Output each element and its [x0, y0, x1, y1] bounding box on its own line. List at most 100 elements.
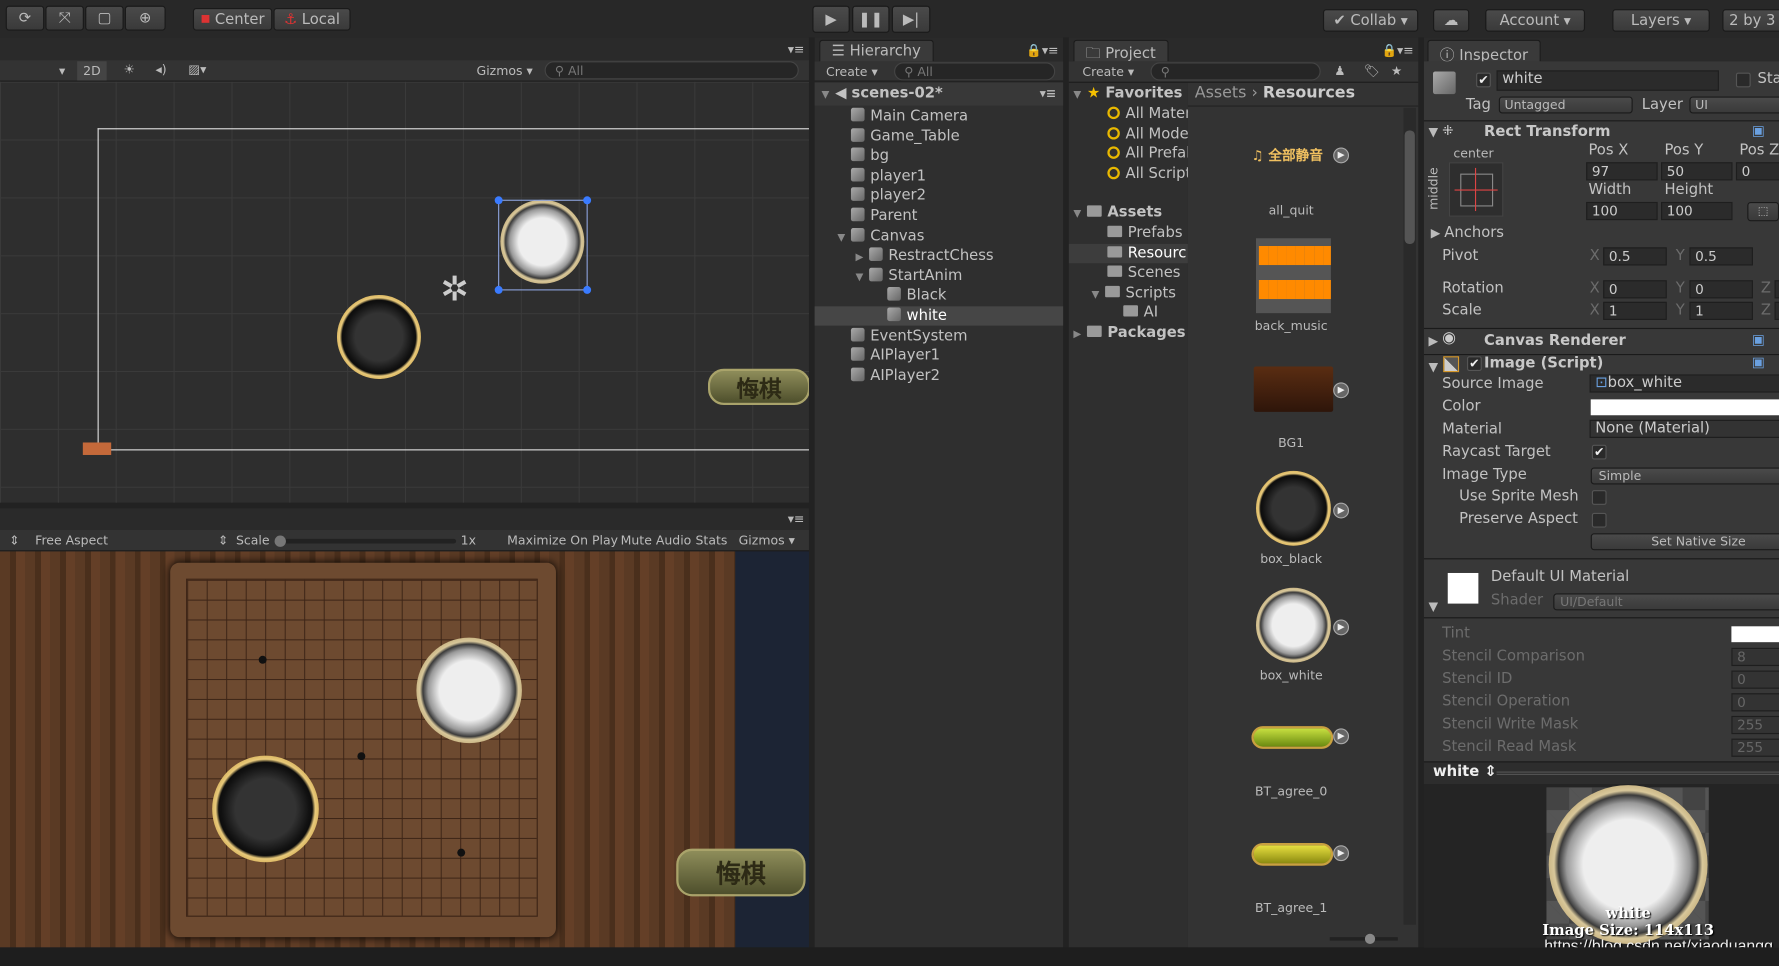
- posy-input[interactable]: 50: [1661, 162, 1733, 181]
- play-preview-icon[interactable]: ▶: [1333, 502, 1350, 519]
- folder-item[interactable]: Prefabs: [1069, 224, 1188, 243]
- audio-icon[interactable]: ◂): [155, 62, 166, 77]
- material-prop-value[interactable]: 255: [1731, 715, 1779, 735]
- display-dropdown[interactable]: ⇕: [9, 533, 19, 548]
- favorite-item[interactable]: All Prefal: [1107, 144, 1188, 163]
- hierarchy-item[interactable]: ▶ RestractChess: [815, 246, 1063, 265]
- lighting-icon[interactable]: ☀: [124, 62, 135, 77]
- rotation-x-input[interactable]: 0: [1603, 280, 1667, 299]
- hierarchy-item[interactable]: Parent: [815, 206, 1063, 225]
- preview-object-dropdown[interactable]: white ⇕: [1433, 764, 1497, 781]
- game-view[interactable]: 悔棋: [0, 551, 809, 948]
- lock-menu-icon[interactable]: 🔒▾≡: [1381, 43, 1413, 58]
- shader-dropdown[interactable]: UI/Default: [1553, 593, 1779, 611]
- effects-icon[interactable]: ▨▾: [188, 62, 206, 77]
- hierarchy-item[interactable]: EventSystem: [815, 326, 1063, 345]
- rect-tool-button[interactable]: ▢: [85, 5, 124, 31]
- rotation-y-input[interactable]: 0: [1689, 280, 1753, 299]
- filter-type-icon[interactable]: ♟: [1334, 64, 1345, 79]
- scale-slider[interactable]: [274, 535, 457, 547]
- posz-input[interactable]: 0: [1735, 162, 1779, 181]
- hierarchy-item[interactable]: white: [814, 306, 1064, 326]
- favorite-item[interactable]: All Mode: [1107, 124, 1188, 143]
- hierarchy-item[interactable]: AIPlayer1: [815, 346, 1063, 365]
- material-field[interactable]: None (Material): [1589, 419, 1779, 438]
- asset-item[interactable]: box_black ▶: [1240, 470, 1350, 579]
- hierarchy-item[interactable]: Game_Table: [815, 127, 1063, 146]
- blueprint-mode-button[interactable]: ⬚: [1747, 201, 1779, 222]
- expand-arrow-icon[interactable]: ▶: [1073, 326, 1087, 345]
- transform-tool-button[interactable]: ⊕: [124, 5, 166, 31]
- step-button[interactable]: ▶|: [891, 5, 931, 33]
- scale-y-input[interactable]: 1: [1689, 301, 1753, 320]
- hierarchy-item[interactable]: bg: [815, 147, 1063, 166]
- scene-header[interactable]: ▼ ◀ scenes-02* ▾≡: [814, 82, 1064, 107]
- hierarchy-item[interactable]: Black: [815, 286, 1063, 305]
- image-enabled-checkbox[interactable]: ✔: [1467, 356, 1482, 372]
- collab-dropdown[interactable]: ✔ Collab ▼: [1322, 9, 1419, 32]
- aspect-dropdown[interactable]: Free Aspect: [35, 533, 108, 548]
- layer-dropdown[interactable]: UI: [1689, 96, 1779, 114]
- pivot-center-button[interactable]: ■ Center: [192, 7, 273, 31]
- layout-dropdown[interactable]: 2 by 3: [1722, 9, 1779, 32]
- project-search-input[interactable]: ⚲: [1150, 62, 1321, 81]
- game-gizmos-dropdown[interactable]: Gizmos ▾: [739, 533, 795, 548]
- posx-input[interactable]: 97: [1586, 162, 1658, 181]
- black-bowl[interactable]: [336, 294, 421, 379]
- width-input[interactable]: 100: [1586, 201, 1658, 221]
- collapse-arrow-icon[interactable]: ▼: [1428, 125, 1438, 140]
- rotation-z-input[interactable]: 0: [1774, 280, 1779, 299]
- favorite-item[interactable]: All Script: [1107, 164, 1188, 183]
- anchor-icon[interactable]: ✲: [440, 270, 469, 310]
- hierarchy-item[interactable]: ▼ StartAnim: [815, 266, 1063, 285]
- expand-arrow-icon[interactable]: ▼: [821, 84, 835, 107]
- 2d-toggle[interactable]: 2D: [77, 61, 107, 81]
- material-prop-value[interactable]: 8: [1731, 647, 1779, 667]
- hierarchy-item[interactable]: ▼ Canvas: [815, 226, 1063, 245]
- collapse-arrow-icon[interactable]: ▼: [1428, 360, 1438, 375]
- play-preview-icon[interactable]: ▶: [1333, 381, 1350, 398]
- play-button[interactable]: ▶: [812, 5, 850, 33]
- pivot-x-input[interactable]: 0.5: [1603, 247, 1667, 266]
- scrollbar-thumb[interactable]: [1404, 130, 1415, 244]
- star-icon[interactable]: ★: [1391, 64, 1402, 79]
- resize-handle[interactable]: [583, 196, 592, 205]
- image-type-dropdown[interactable]: Simple: [1590, 467, 1779, 485]
- regret-button-game[interactable]: 悔棋: [676, 848, 806, 897]
- asset-item[interactable]: BT_agree_1 ▶: [1240, 820, 1350, 928]
- breadcrumb-resources[interactable]: Resources: [1263, 84, 1355, 102]
- expand-arrow-icon[interactable]: ▼: [1091, 286, 1105, 305]
- filter-label-icon[interactable]: 🏷: [1364, 64, 1380, 79]
- favorite-item[interactable]: All Mater: [1107, 104, 1188, 123]
- stats-toggle[interactable]: Stats: [696, 533, 728, 548]
- folder-item[interactable]: ▼ Scripts: [1069, 283, 1188, 302]
- hierarchy-item[interactable]: Main Camera: [815, 107, 1063, 126]
- scene-menu-icon[interactable]: ▾≡: [1040, 83, 1057, 106]
- assets-node[interactable]: ▼ Assets: [1073, 203, 1162, 222]
- raycast-target-checkbox[interactable]: ✔: [1591, 444, 1607, 460]
- help-icon[interactable]: ▣: [1752, 331, 1765, 347]
- folder-item[interactable]: Scenes: [1069, 263, 1188, 282]
- anchors-foldout[interactable]: ▶ Anchors: [1431, 225, 1504, 242]
- set-native-size-button[interactable]: Set Native Size: [1590, 533, 1779, 551]
- mute-audio-toggle[interactable]: Mute Audio: [621, 533, 692, 548]
- expand-arrow-icon[interactable]: ▼: [1073, 86, 1087, 105]
- play-preview-icon[interactable]: ▶: [1333, 618, 1350, 635]
- asset-item[interactable]: BT_agree_0 ▶: [1240, 703, 1350, 811]
- favorites-node[interactable]: ▼ ★ Favorites: [1073, 84, 1182, 103]
- tab-project[interactable]: 🗀 Project: [1073, 39, 1169, 63]
- canvas-renderer-header[interactable]: Canvas Renderer: [1484, 332, 1626, 349]
- help-icon[interactable]: ▣: [1752, 123, 1765, 139]
- account-dropdown[interactable]: Account ▼: [1485, 9, 1586, 32]
- folder-item[interactable]: AI: [1069, 303, 1188, 322]
- scene-search-input[interactable]: ⚲ All: [544, 61, 799, 80]
- tab-hierarchy[interactable]: ☰ Hierarchy: [819, 39, 934, 63]
- play-preview-icon[interactable]: ▶: [1333, 147, 1350, 164]
- collapse-arrow-icon[interactable]: ▼: [1428, 599, 1438, 614]
- resize-handle[interactable]: [494, 285, 503, 294]
- panel-menu-icon[interactable]: ▾≡: [788, 42, 805, 57]
- asset-item[interactable]: ▮▮▮▮▮▮▮▮ ▮▮▮▮▮▮▮▮ back_music: [1240, 238, 1342, 346]
- lock-menu-icon[interactable]: 🔒▾≡: [1026, 43, 1058, 58]
- rotate-tool-button[interactable]: ⟳: [5, 5, 45, 31]
- static-checkbox[interactable]: [1735, 72, 1751, 88]
